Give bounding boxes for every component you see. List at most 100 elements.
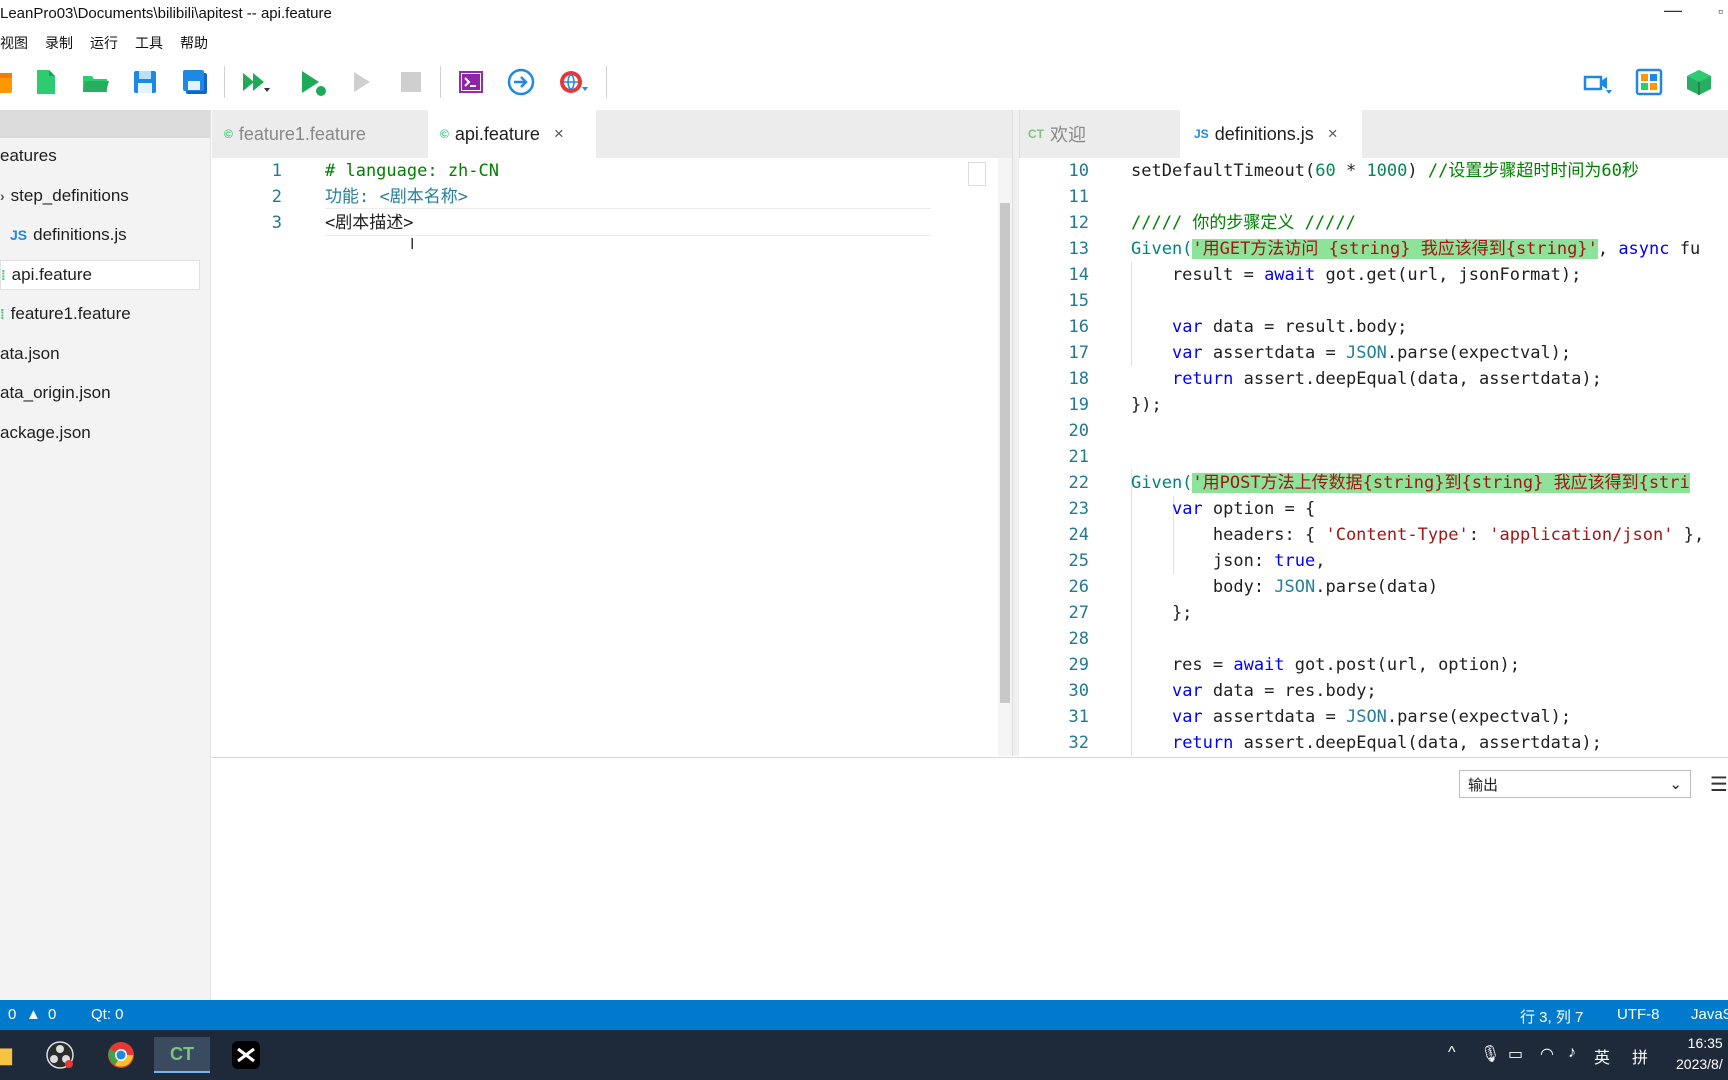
code-token: setDefaultTimeout( [1131, 161, 1316, 181]
code-line: json: true, [1131, 548, 1326, 574]
error-count[interactable]: 0 [8, 1006, 16, 1023]
code-token: return [1171, 369, 1234, 389]
run-icon[interactable] [295, 65, 329, 99]
tree-item-step-definitions[interactable]: › step_definitions [0, 181, 200, 211]
tab-feature1-feature[interactable]: © feature1.feature [224, 110, 424, 158]
javascript-file-icon: JS [1194, 127, 1209, 141]
wifi-icon[interactable]: ◠ [1540, 1044, 1554, 1064]
navigate-icon[interactable] [504, 65, 538, 99]
menu-help[interactable]: 帮助 [180, 30, 208, 56]
tree-item-api-feature[interactable]: ⁞ api.feature [0, 260, 200, 290]
maximize-button[interactable]: ▫ [1718, 3, 1723, 19]
code-token: result = [1131, 265, 1265, 285]
microphone-icon[interactable]: 🎙 [1480, 1044, 1500, 1064]
tab-api-feature[interactable]: © api.feature × [428, 110, 596, 158]
line-number: 21 [1068, 447, 1089, 467]
language-mode[interactable]: JavaS [1691, 1006, 1728, 1023]
window-title: LeanPro03\Documents\bilibili\apitest -- … [0, 5, 332, 22]
clock-time: 16:35 [1687, 1035, 1723, 1051]
ime-mode[interactable]: 拼 [1632, 1044, 1648, 1068]
code-line: var data = res.body; [1131, 678, 1377, 704]
record-icon[interactable] [1580, 65, 1614, 99]
code-line: headers: { 'Content-Type': 'application/… [1131, 522, 1704, 548]
chrome-icon[interactable] [101, 1037, 141, 1073]
code-token: data = result.body; [1202, 317, 1408, 337]
tree-item-data-origin-json[interactable]: ata_origin.json [0, 378, 200, 408]
list-menu-icon[interactable]: ☰ [1710, 772, 1728, 797]
right-code-editor[interactable]: 10 11 12 13 14 15 16 17 18 19 20 21 22 2… [1019, 158, 1728, 756]
menu-tools[interactable]: 工具 [135, 30, 163, 56]
web-icon[interactable] [556, 65, 590, 99]
tree-item-definitions-js[interactable]: JS definitions.js [0, 220, 200, 250]
tree-item-label: ata_origin.json [0, 383, 111, 402]
code-token: await [1233, 655, 1285, 675]
tree-item-data-json[interactable]: ata.json [0, 339, 200, 369]
system-clock[interactable]: 16:35 2023/8/ [1676, 1033, 1723, 1075]
qt-status[interactable]: Qt: 0 [91, 1006, 124, 1023]
left-code-editor[interactable]: 1 2 3 # language: zh-CN 功能: <剧本名称> <剧本描述… [212, 158, 999, 756]
encoding[interactable]: UTF-8 [1617, 1006, 1660, 1023]
code-line: ///// 你的步骤定义 ///// [1131, 213, 1356, 233]
new-file-icon[interactable] [28, 65, 62, 99]
open-folder-icon[interactable] [78, 65, 112, 99]
code-line: Given('用POST方法上传数据{string}到{string} 我应该得… [1131, 470, 1690, 496]
code-token: 'application/json' [1489, 525, 1674, 545]
file-explorer-icon[interactable] [0, 1037, 20, 1073]
line-number: 27 [1068, 603, 1089, 623]
code-token: await [1264, 265, 1316, 285]
stop-icon[interactable] [394, 65, 428, 99]
play-icon[interactable] [345, 65, 379, 99]
menu-view[interactable]: 视图 [0, 30, 28, 56]
line-number: 13 [1068, 239, 1089, 259]
capcut-icon[interactable] [226, 1037, 266, 1073]
code-line: var assertdata = JSON.parse(expectval); [1131, 340, 1571, 366]
save-all-icon[interactable] [178, 65, 212, 99]
left-editor-scrollbar[interactable] [998, 158, 1012, 756]
warning-count[interactable]: 0 [48, 1006, 56, 1023]
explorer-header [0, 110, 211, 138]
menu-record[interactable]: 录制 [45, 30, 73, 56]
cursor-position[interactable]: 行 3, 列 7 [1520, 1006, 1583, 1027]
line-number: 32 [1068, 733, 1089, 753]
tree-item-package-json[interactable]: ackage.json [0, 418, 200, 448]
output-channel-select[interactable]: 输出 ⌄ [1459, 770, 1691, 798]
terminal-icon[interactable] [454, 65, 488, 99]
new-project-icon[interactable] [0, 65, 20, 99]
code-line: body: JSON.parse(data) [1131, 574, 1438, 600]
close-icon[interactable]: × [1328, 124, 1338, 144]
line-number: 11 [1068, 187, 1089, 207]
output-channel-value: 输出 [1468, 776, 1499, 794]
code-token: got.post(url, option); [1284, 655, 1520, 675]
tab-welcome[interactable]: CT 欢迎 [1028, 110, 1188, 158]
tree-item-features[interactable]: eatures [0, 141, 200, 171]
line-number: 28 [1068, 629, 1089, 649]
tab-definitions-js[interactable]: JS definitions.js × [1180, 110, 1362, 158]
cukeTest-icon[interactable]: CT [154, 1037, 210, 1073]
close-icon[interactable]: × [554, 124, 564, 144]
chevron-down-icon: ⌄ [1669, 776, 1682, 793]
tree-item-feature1-feature[interactable]: ⁞ feature1.feature [0, 299, 200, 329]
line-number: 12 [1068, 213, 1089, 233]
tray-chevron-icon[interactable]: ^ [1448, 1044, 1456, 1062]
volume-icon[interactable]: ♪ [1568, 1044, 1576, 1062]
obs-icon[interactable] [40, 1037, 80, 1073]
scroll-thumb[interactable] [1000, 203, 1010, 703]
minimize-button[interactable]: — [1664, 0, 1682, 21]
code-token: assertdata = [1202, 343, 1346, 363]
battery-icon[interactable]: ▭ [1508, 1044, 1523, 1064]
right-editor-tabbar: CT 欢迎 JS definitions.js × [1020, 110, 1728, 158]
text-cursor-icon: Ι [410, 236, 415, 253]
code-token: data = res.body; [1202, 681, 1377, 701]
ime-language[interactable]: 英 [1594, 1044, 1610, 1068]
object-model-icon[interactable] [1632, 65, 1666, 99]
run-all-icon[interactable] [238, 65, 272, 99]
save-icon[interactable] [128, 65, 162, 99]
code-token: true [1274, 551, 1316, 571]
package-icon[interactable] [1682, 65, 1716, 99]
code-token: assert.deepEqual(data, assertdata); [1233, 733, 1602, 753]
line-number: 16 [1068, 317, 1089, 337]
menu-run[interactable]: 运行 [90, 30, 118, 56]
code-token: ) [1407, 161, 1428, 181]
code-token: headers: { [1131, 525, 1326, 545]
